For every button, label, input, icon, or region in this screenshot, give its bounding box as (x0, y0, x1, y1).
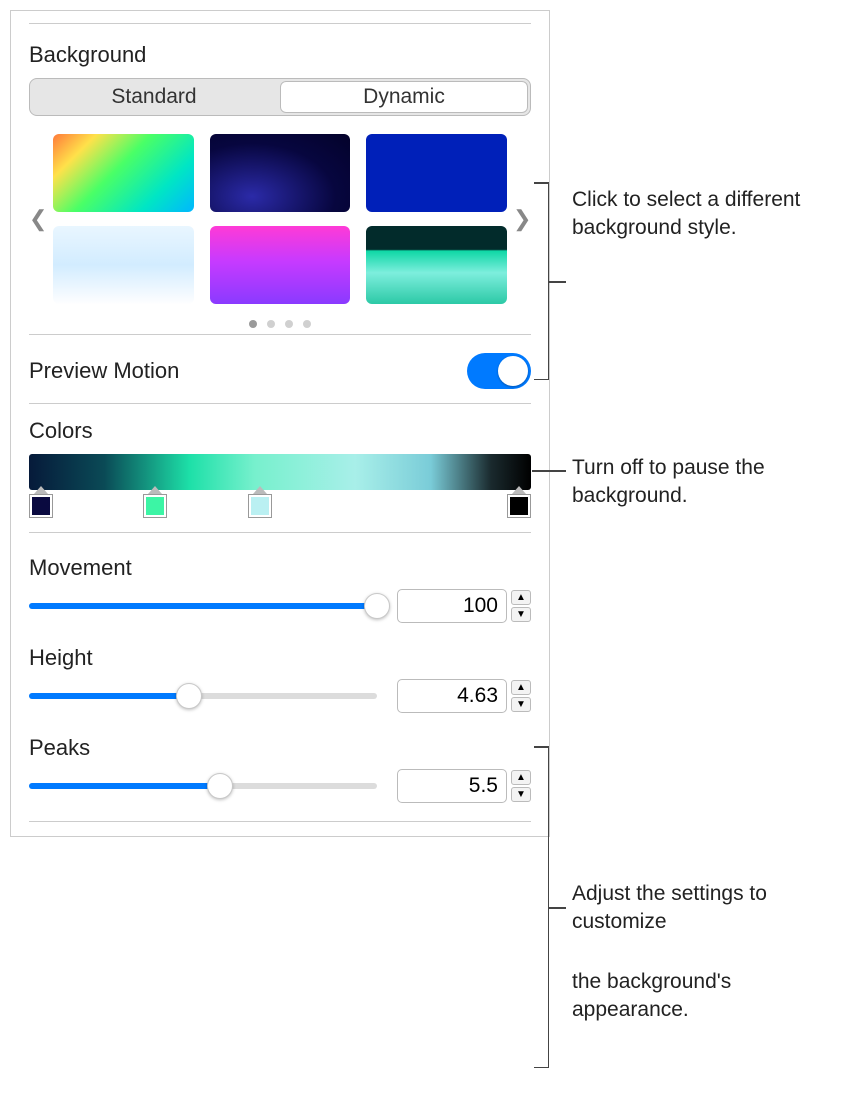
bg-style-thumb[interactable] (210, 226, 351, 304)
color-stop[interactable] (507, 494, 531, 518)
page-indicator (29, 320, 531, 328)
height-slider[interactable] (29, 682, 377, 710)
color-stop[interactable] (29, 494, 53, 518)
preview-motion-label: Preview Motion (29, 358, 179, 384)
bg-style-thumb[interactable] (366, 226, 507, 304)
bg-style-thumb[interactable] (53, 226, 194, 304)
height-step-up[interactable]: ▲ (511, 680, 531, 695)
background-style-grid (47, 134, 513, 304)
page-dot[interactable] (303, 320, 311, 328)
movement-slider[interactable] (29, 592, 377, 620)
movement-input[interactable] (397, 589, 507, 623)
background-tabs: Standard Dynamic (29, 78, 531, 116)
tab-dynamic[interactable]: Dynamic (280, 81, 528, 113)
movement-step-up[interactable]: ▲ (511, 590, 531, 605)
peaks-label: Peaks (29, 735, 531, 761)
callout-preview-motion: Turn off to pause the background. (572, 454, 840, 511)
toggle-knob (498, 356, 528, 386)
color-gradient-strip[interactable] (29, 454, 531, 490)
height-label: Height (29, 645, 531, 671)
height-input[interactable] (397, 679, 507, 713)
color-stop[interactable] (248, 494, 272, 518)
callouts: Click to select a different background s… (550, 10, 840, 837)
bg-style-thumb[interactable] (366, 134, 507, 212)
tab-standard[interactable]: Standard (30, 79, 278, 115)
page-dot[interactable] (285, 320, 293, 328)
peaks-slider[interactable] (29, 772, 377, 800)
height-step-down[interactable]: ▼ (511, 697, 531, 712)
chevron-right-icon[interactable]: ❯ (513, 206, 531, 232)
colors-heading: Colors (29, 418, 531, 444)
peaks-step-down[interactable]: ▼ (511, 787, 531, 802)
callout-adjust-line2: the background's appearance. (572, 968, 840, 1025)
chevron-left-icon[interactable]: ❮ (29, 206, 47, 232)
bg-style-thumb[interactable] (210, 134, 351, 212)
callout-bg-style: Click to select a different background s… (572, 186, 840, 243)
movement-label: Movement (29, 555, 531, 581)
background-heading: Background (29, 42, 531, 68)
page-dot[interactable] (267, 320, 275, 328)
page-dot[interactable] (249, 320, 257, 328)
color-stop[interactable] (143, 494, 167, 518)
bg-style-thumb[interactable] (53, 134, 194, 212)
preview-motion-toggle[interactable] (467, 353, 531, 389)
peaks-input[interactable] (397, 769, 507, 803)
peaks-step-up[interactable]: ▲ (511, 770, 531, 785)
callout-adjust-line1: Adjust the settings to customize (572, 880, 840, 937)
movement-step-down[interactable]: ▼ (511, 607, 531, 622)
background-panel: Background Standard Dynamic ❮ ❯ (10, 10, 550, 837)
